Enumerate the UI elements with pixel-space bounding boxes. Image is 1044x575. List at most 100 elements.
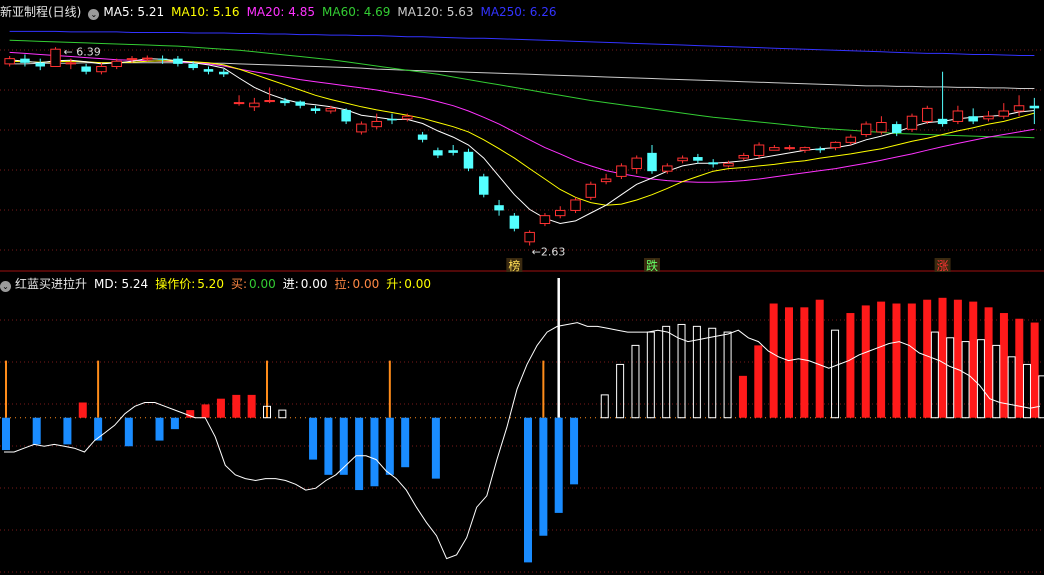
candle-down <box>280 100 290 104</box>
blue-bar <box>170 417 179 430</box>
settings-icon[interactable]: ⌄ <box>0 281 11 292</box>
hollow-bar <box>646 331 655 419</box>
candle-up <box>983 115 994 120</box>
high-annotation: ← 6.39 <box>64 45 101 58</box>
candle-up <box>554 209 566 217</box>
candle-up <box>4 58 15 65</box>
candle-up <box>723 162 734 167</box>
red-bar <box>907 303 916 418</box>
red-bar <box>232 394 241 418</box>
candle-up <box>570 199 581 211</box>
blue-bar <box>524 417 532 563</box>
candle-down <box>693 157 703 161</box>
hollow-bar <box>961 341 970 419</box>
blue-bar <box>431 417 440 479</box>
hollow-bar <box>1007 356 1016 419</box>
candle-up <box>616 165 627 177</box>
event-label: 涨 <box>937 258 949 272</box>
hollow-bar <box>1022 363 1031 419</box>
candle-down <box>295 101 305 106</box>
chart-stage: ← 6.39 ←2.63 榜跌涨 新亚制程(日线) ⌄ MA5: 5.21 MA10: 5… <box>0 0 1044 575</box>
hollow-bar <box>946 337 955 419</box>
candle-up <box>998 110 1010 117</box>
candle-up <box>1013 105 1025 112</box>
candle-up <box>111 60 122 67</box>
red-bar <box>938 297 947 418</box>
candle-up <box>769 147 780 151</box>
candle-down <box>509 215 520 229</box>
ma5-label: MA5: 5.21 <box>103 5 165 19</box>
candle-up <box>952 110 964 122</box>
hollow-bar <box>616 363 625 419</box>
ma250-label: MA250: 6.26 <box>480 5 557 19</box>
red-bar <box>754 345 763 418</box>
hollow-bar <box>600 394 609 419</box>
candle-up <box>356 123 367 133</box>
hollow-bar <box>1038 375 1044 419</box>
blue-bar <box>2 417 10 451</box>
hollow-bar <box>631 344 640 419</box>
candle-up <box>906 115 918 130</box>
candle-up <box>600 178 612 183</box>
blue-bar <box>324 417 333 475</box>
ma120-line <box>9 62 1035 89</box>
candle-down <box>20 58 30 63</box>
red-bar <box>923 299 932 418</box>
hollow-bar <box>723 331 732 419</box>
red-bar <box>800 307 809 418</box>
candle-down <box>433 150 443 156</box>
blue-bar <box>63 417 72 445</box>
candle-down <box>1029 105 1040 109</box>
red-bar <box>846 313 855 418</box>
candle-down <box>81 66 91 72</box>
candle-up <box>738 154 750 159</box>
candle-down <box>188 63 198 69</box>
candle-up <box>799 147 811 151</box>
red-bar <box>247 394 256 418</box>
candle-up <box>662 165 673 172</box>
blue-bar <box>355 417 364 491</box>
hollow-bar <box>930 331 939 419</box>
red-bar <box>78 402 87 418</box>
ma20-label: MA20: 4.85 <box>246 5 315 19</box>
blue-bar <box>155 417 164 441</box>
candle-up <box>524 231 535 243</box>
indicator-chart[interactable] <box>0 278 1044 575</box>
candle-down <box>341 109 351 122</box>
candle-down <box>968 116 978 122</box>
price-legend: 新亚制程(日线) ⌄ MA5: 5.21 MA10: 5.16 MA20: 4.85 MA… <box>0 3 564 21</box>
red-bar <box>216 398 225 418</box>
candle-up <box>65 62 77 65</box>
red-bar <box>953 299 962 418</box>
red-bar <box>969 301 978 418</box>
event-label: 榜 <box>508 258 520 272</box>
ma5-line <box>9 58 1035 225</box>
blue-bar <box>339 417 348 475</box>
candle-up <box>753 144 765 156</box>
price-label: 操作价: <box>155 277 196 291</box>
blue-bar <box>32 417 41 445</box>
candle-up <box>677 157 688 162</box>
candle-down <box>203 69 214 72</box>
candle-up <box>126 58 138 61</box>
ma60-label: MA60: 4.69 <box>322 5 391 19</box>
md-label: MD: 5.24 <box>94 277 149 291</box>
candle-up <box>539 215 551 225</box>
candle-down <box>463 151 474 169</box>
red-bar <box>738 375 747 418</box>
red-bar <box>815 299 824 418</box>
price-chart[interactable]: ← 6.39 ←2.63 榜 跌 涨 <box>0 0 1044 272</box>
hollow-bar <box>278 409 287 419</box>
indicator-legend: ⌄ 红蓝买进拉升 MD: 5.24 操作价: 5.20 买: 0.00 进: 0.00 拉: 0.0… <box>0 275 438 293</box>
candle-up <box>402 115 413 120</box>
candle-up <box>845 136 857 143</box>
settings-icon[interactable]: ⌄ <box>88 9 100 20</box>
pull-label: 拉: <box>334 277 351 291</box>
red-bar <box>201 404 210 418</box>
candle-up <box>325 107 337 112</box>
candle-up <box>876 121 887 133</box>
candle-down <box>417 134 428 140</box>
candle-up <box>142 57 153 60</box>
candle-down <box>157 58 168 60</box>
red-bar <box>984 307 993 418</box>
